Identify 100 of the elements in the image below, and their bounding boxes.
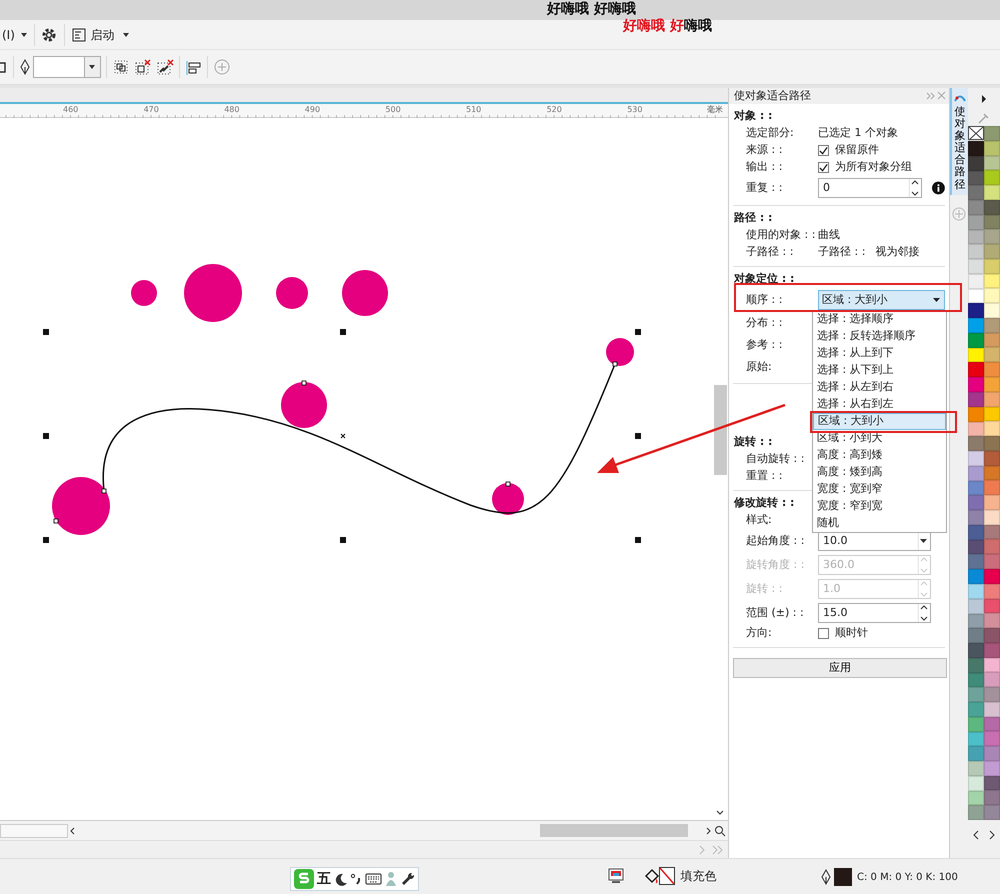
- color-swatch[interactable]: [984, 274, 1000, 288]
- color-swatch[interactable]: [984, 687, 1000, 702]
- launch-button[interactable]: 启动: [70, 26, 116, 44]
- last-page-icon[interactable]: [712, 844, 722, 856]
- caret-icon[interactable]: [918, 532, 930, 550]
- scroll-right-icon[interactable]: [989, 830, 995, 840]
- checkbox-label[interactable]: 保留原件: [835, 142, 879, 159]
- frame-icon[interactable]: [0, 60, 7, 74]
- color-swatch[interactable]: [984, 466, 1000, 480]
- dropdown-option[interactable]: 选择 : 从左到右: [813, 379, 946, 396]
- color-swatch[interactable]: [984, 258, 1000, 274]
- color-swatch[interactable]: [968, 244, 984, 260]
- color-swatch[interactable]: [968, 332, 984, 348]
- add-icon[interactable]: [952, 206, 966, 221]
- color-swatch[interactable]: [968, 716, 984, 732]
- color-swatch[interactable]: [984, 510, 1000, 525]
- color-swatch[interactable]: [984, 539, 1000, 554]
- dropdown-option[interactable]: 选择 : 选择顺序: [813, 311, 946, 328]
- spinner-icon[interactable]: [909, 179, 922, 197]
- dropdown-option[interactable]: 选择 : 从下到上: [813, 362, 946, 379]
- fill-bucket-icon[interactable]: [644, 868, 660, 884]
- spinner-icon[interactable]: [918, 604, 930, 622]
- color-swatch[interactable]: [968, 170, 984, 186]
- pen-icon[interactable]: [19, 59, 31, 75]
- keyboard-icon[interactable]: [365, 871, 382, 887]
- checkbox[interactable]: [818, 628, 829, 639]
- node-handle[interactable]: [506, 482, 510, 486]
- dropdown-option[interactable]: 区域 : 大到小: [813, 413, 946, 430]
- color-swatch[interactable]: [984, 598, 1000, 614]
- color-swatch[interactable]: [984, 658, 1000, 672]
- order-select[interactable]: 区域 : 大到小: [818, 290, 945, 310]
- scroll-left-icon[interactable]: [973, 830, 979, 840]
- color-swatch[interactable]: [984, 568, 1000, 584]
- color-swatch[interactable]: [968, 732, 984, 746]
- dropdown-option[interactable]: 随机: [813, 515, 946, 532]
- selection-handle[interactable]: [340, 537, 346, 543]
- color-swatch[interactable]: [984, 303, 1000, 318]
- color-swatch[interactable]: [968, 436, 984, 452]
- color-swatch[interactable]: [968, 495, 984, 510]
- color-swatch[interactable]: [968, 805, 984, 820]
- dropdown-option[interactable]: 选择 : 从右到左: [813, 396, 946, 413]
- spin-field[interactable]: 15.0: [818, 603, 931, 623]
- checkbox-label[interactable]: 顺时针: [835, 625, 868, 642]
- color-swatch[interactable]: [968, 687, 984, 702]
- color-swatch[interactable]: [968, 230, 984, 244]
- color-swatch[interactable]: [968, 746, 984, 762]
- close-icon[interactable]: [937, 91, 946, 101]
- zoom-icon[interactable]: [714, 824, 726, 836]
- color-swatch[interactable]: [984, 790, 1000, 806]
- color-swatch[interactable]: [968, 185, 984, 200]
- scroll-thumb[interactable]: [714, 385, 727, 475]
- color-swatch[interactable]: [984, 672, 1000, 688]
- color-swatch[interactable]: [984, 436, 1000, 451]
- color-swatch[interactable]: [984, 480, 1000, 496]
- color-swatch[interactable]: [968, 628, 984, 644]
- selection-handle[interactable]: [43, 329, 49, 335]
- color-swatch[interactable]: [968, 790, 984, 806]
- dropdown-option[interactable]: 选择 : 从上到下: [813, 345, 946, 362]
- color-swatch[interactable]: [968, 303, 984, 318]
- color-swatch[interactable]: [984, 421, 1000, 436]
- color-swatch[interactable]: [968, 643, 984, 658]
- color-swatch[interactable]: [984, 760, 1000, 776]
- no-color-swatch[interactable]: [968, 126, 984, 141]
- color-swatch[interactable]: [984, 347, 1000, 362]
- play-icon[interactable]: [981, 94, 987, 104]
- moon-icon[interactable]: [334, 872, 348, 886]
- eyedropper-icon[interactable]: [978, 112, 990, 124]
- menu-text[interactable]: (I): [2, 26, 15, 44]
- checkbox[interactable]: [818, 162, 829, 173]
- color-swatch[interactable]: [984, 805, 1000, 820]
- color-swatch[interactable]: [984, 200, 1000, 215]
- color-swatch[interactable]: [968, 524, 984, 540]
- color-swatch[interactable]: [984, 628, 1000, 643]
- color-swatch[interactable]: [968, 392, 984, 407]
- info-icon[interactable]: [932, 181, 945, 195]
- node-handle[interactable]: [54, 518, 58, 524]
- wrench-icon[interactable]: [400, 871, 414, 887]
- pen-icon[interactable]: [820, 869, 832, 885]
- color-swatch[interactable]: [984, 731, 1000, 746]
- color-swatch[interactable]: [984, 392, 1000, 407]
- color-swatch[interactable]: [968, 584, 984, 599]
- color-swatch[interactable]: [984, 450, 1000, 466]
- color-swatch[interactable]: [968, 288, 984, 304]
- color-swatch[interactable]: [968, 480, 984, 496]
- color-swatch[interactable]: [968, 422, 984, 436]
- caret-icon[interactable]: [88, 63, 96, 71]
- color-swatch[interactable]: [984, 214, 1000, 230]
- dropdown-option[interactable]: 宽度 : 宽到窄: [813, 481, 946, 498]
- selection-handle[interactable]: [635, 329, 641, 335]
- node-handle[interactable]: [102, 488, 106, 494]
- spin-field[interactable]: 0: [818, 178, 922, 198]
- ime-mode[interactable]: 五: [316, 868, 331, 890]
- scroll-down-icon[interactable]: [716, 810, 724, 815]
- ime-logo-icon[interactable]: [294, 869, 314, 889]
- dropdown-option[interactable]: 高度 : 矮到高: [813, 464, 946, 481]
- color-swatch[interactable]: [968, 658, 984, 673]
- color-swatch[interactable]: [968, 540, 984, 554]
- color-swatch[interactable]: [984, 642, 1000, 658]
- selection-handle[interactable]: [635, 433, 641, 439]
- color-swatch[interactable]: [984, 288, 1000, 304]
